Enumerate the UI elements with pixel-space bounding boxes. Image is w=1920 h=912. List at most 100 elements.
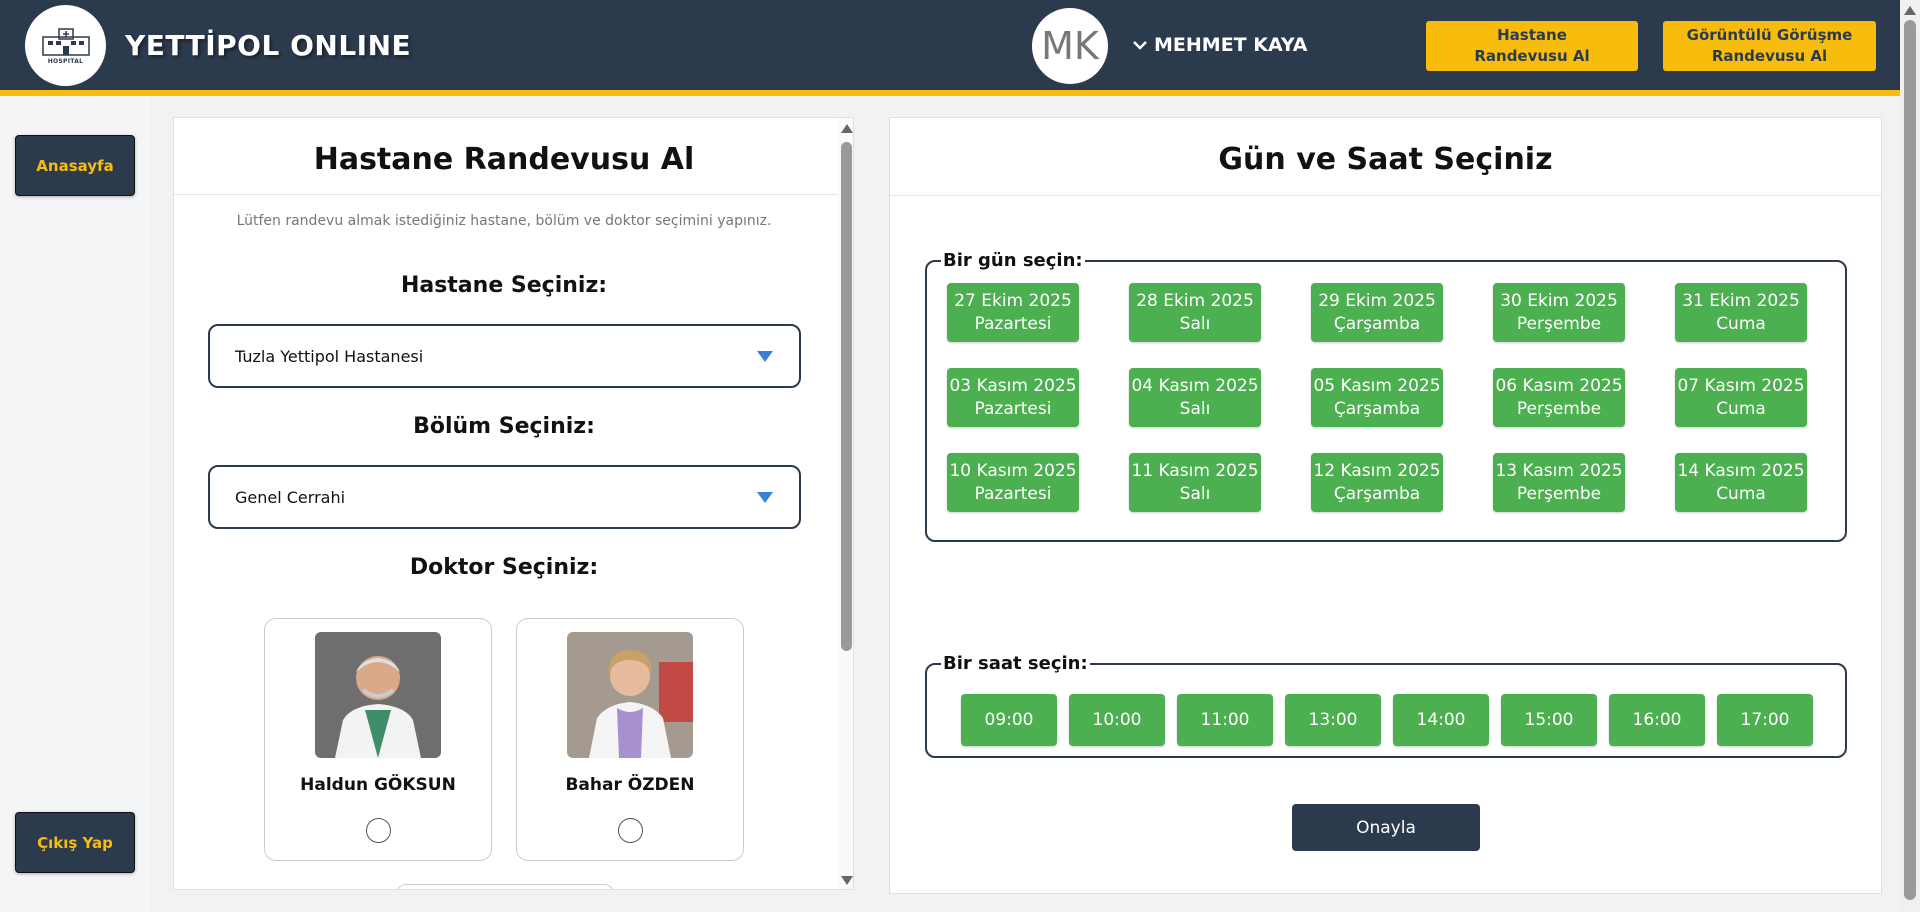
day-date: 28 Ekim 2025 — [1136, 291, 1254, 311]
scroll-up-arrow-icon[interactable] — [841, 124, 853, 133]
day-date: 06 Kasım 2025 — [1495, 376, 1623, 396]
day-date: 29 Ekim 2025 — [1318, 291, 1436, 311]
form-instructions: Lütfen randevu almak istediğiniz hastane… — [236, 213, 772, 229]
dropdown-arrow-icon — [757, 351, 773, 362]
day-date: 31 Ekim 2025 — [1682, 291, 1800, 311]
day-option[interactable]: 06 Kasım 2025 Perşembe — [1493, 368, 1625, 427]
scrollbar-thumb[interactable] — [1904, 20, 1916, 900]
time-option[interactable]: 11:00 — [1177, 694, 1273, 746]
day-date: 13 Kasım 2025 — [1495, 461, 1623, 481]
top-header: HOSPITAL YETTİPOL ONLINE MK MEHMET KAYA … — [0, 0, 1900, 96]
doctor-radio[interactable] — [618, 818, 643, 843]
day-weekday: Salı — [1179, 484, 1211, 504]
day-option[interactable]: 31 Ekim 2025 Cuma — [1675, 283, 1807, 342]
doctor-card[interactable]: Haldun GÖKSUN — [264, 618, 492, 861]
logo-text: HOSPITAL — [47, 57, 84, 65]
day-option[interactable]: 03 Kasım 2025 Pazartesi — [947, 368, 1079, 427]
hospital-label: Hastane Seçiniz: — [400, 273, 608, 298]
chevron-down-icon — [1133, 41, 1147, 50]
day-date: 07 Kasım 2025 — [1677, 376, 1805, 396]
day-date: 11 Kasım 2025 — [1131, 461, 1259, 481]
time-option[interactable]: 17:00 — [1717, 694, 1813, 746]
logout-button[interactable]: Çıkış Yap — [15, 812, 135, 873]
doctor-card[interactable] — [396, 884, 614, 889]
doctor-photo — [315, 632, 441, 758]
hospital-appointment-button[interactable]: Hastane Randevusu Al — [1426, 21, 1638, 71]
time-option[interactable]: 10:00 — [1069, 694, 1165, 746]
time-option[interactable]: 14:00 — [1393, 694, 1489, 746]
day-weekday: Perşembe — [1516, 399, 1602, 419]
day-weekday: Salı — [1179, 314, 1211, 334]
day-date: 03 Kasım 2025 — [949, 376, 1077, 396]
day-option[interactable]: 27 Ekim 2025 Pazartesi — [947, 283, 1079, 342]
day-date: 27 Ekim 2025 — [954, 291, 1072, 311]
day-weekday: Perşembe — [1516, 484, 1602, 504]
home-button[interactable]: Anasayfa — [15, 135, 135, 196]
divider — [174, 194, 838, 195]
day-option[interactable]: 05 Kasım 2025 Çarşamba — [1311, 368, 1443, 427]
day-option[interactable]: 28 Ekim 2025 Salı — [1129, 283, 1261, 342]
department-select-value: Genel Cerrahi — [235, 487, 346, 507]
hospital-building-icon — [41, 27, 90, 56]
time-option[interactable]: 16:00 — [1609, 694, 1705, 746]
day-weekday: Cuma — [1716, 314, 1766, 334]
date-time-title: Gün ve Saat Seçiniz — [1218, 142, 1553, 177]
day-weekday: Pazartesi — [974, 314, 1052, 334]
day-option[interactable]: 14 Kasım 2025 Cuma — [1675, 453, 1807, 512]
day-option[interactable]: 12 Kasım 2025 Çarşamba — [1311, 453, 1443, 512]
day-option[interactable]: 29 Ekim 2025 Çarşamba — [1311, 283, 1443, 342]
form-title: Hastane Randevusu Al — [313, 142, 695, 177]
doctor-card[interactable]: Bahar ÖZDEN — [516, 618, 744, 861]
time-option[interactable]: 09:00 — [961, 694, 1057, 746]
hospital-select[interactable]: Tuzla Yettipol Hastanesi — [208, 324, 801, 388]
day-weekday: Perşembe — [1516, 314, 1602, 334]
date-time-panel: Gün ve Saat Seçiniz Bir gün seçin: 27 Ek… — [889, 117, 1882, 894]
appointment-form-panel: Hastane Randevusu Al Lütfen randevu alma… — [173, 117, 854, 890]
scroll-up-arrow-icon[interactable] — [1904, 6, 1916, 15]
department-select[interactable]: Genel Cerrahi — [208, 465, 801, 529]
day-weekday: Salı — [1179, 399, 1211, 419]
doctor-label: Doktor Seçiniz: — [409, 555, 599, 580]
sidebar: Anasayfa Çıkış Yap — [0, 96, 150, 912]
time-legend: Bir saat seçin: — [943, 653, 1088, 674]
doctor-name: Bahar ÖZDEN — [565, 775, 695, 795]
day-option[interactable]: 30 Ekim 2025 Perşembe — [1493, 283, 1625, 342]
day-date: 10 Kasım 2025 — [949, 461, 1077, 481]
time-option[interactable]: 15:00 — [1501, 694, 1597, 746]
scrollbar-thumb[interactable] — [841, 142, 852, 651]
scroll-down-arrow-icon[interactable] — [841, 876, 853, 885]
day-weekday: Çarşamba — [1333, 314, 1421, 334]
doctor-photo — [567, 632, 693, 758]
video-appointment-button[interactable]: Görüntülü Görüşme Randevusu Al — [1663, 21, 1876, 71]
day-date: 30 Ekim 2025 — [1500, 291, 1618, 311]
day-option[interactable]: 07 Kasım 2025 Cuma — [1675, 368, 1807, 427]
day-weekday: Çarşamba — [1333, 399, 1421, 419]
confirm-button[interactable]: Onayla — [1292, 804, 1480, 851]
doctor-name: Haldun GÖKSUN — [300, 775, 456, 795]
brand-title: YETTİPOL ONLINE — [125, 29, 412, 62]
doctor-radio[interactable] — [366, 818, 391, 843]
day-selection-group: Bir gün seçin: 27 Ekim 2025 Pazartesi 28 E… — [925, 250, 1847, 542]
day-date: 12 Kasım 2025 — [1313, 461, 1441, 481]
day-date: 04 Kasım 2025 — [1131, 376, 1259, 396]
day-option[interactable]: 11 Kasım 2025 Salı — [1129, 453, 1261, 512]
day-option[interactable]: 13 Kasım 2025 Perşembe — [1493, 453, 1625, 512]
hospital-logo[interactable]: HOSPITAL — [25, 5, 106, 86]
day-date: 14 Kasım 2025 — [1677, 461, 1805, 481]
day-option[interactable]: 10 Kasım 2025 Pazartesi — [947, 453, 1079, 512]
user-avatar[interactable]: MK — [1032, 8, 1108, 84]
hospital-select-value: Tuzla Yettipol Hastanesi — [235, 346, 424, 366]
dropdown-arrow-icon — [757, 492, 773, 503]
divider — [890, 195, 1881, 196]
window-scrollbar[interactable] — [1900, 0, 1920, 912]
user-menu[interactable]: MEHMET KAYA — [1132, 34, 1308, 56]
time-option[interactable]: 13:00 — [1285, 694, 1381, 746]
day-weekday: Pazartesi — [974, 484, 1052, 504]
time-selection-group: Bir saat seçin: 09:00 10:00 11:00 13:00 14:0… — [925, 653, 1847, 758]
day-legend: Bir gün seçin: — [943, 250, 1083, 271]
day-date: 05 Kasım 2025 — [1313, 376, 1441, 396]
day-weekday: Cuma — [1716, 484, 1766, 504]
panel-scrollbar[interactable] — [838, 118, 853, 889]
department-label: Bölüm Seçiniz: — [413, 414, 595, 439]
day-option[interactable]: 04 Kasım 2025 Salı — [1129, 368, 1261, 427]
